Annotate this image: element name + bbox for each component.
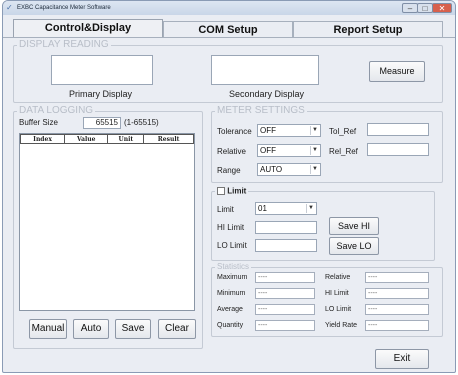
secondary-display	[211, 55, 319, 85]
hi-limit-stat-label: HI Limit	[325, 290, 349, 297]
hi-limit-label: HI Limit	[217, 223, 245, 232]
dropdown-arrow-icon: ▼	[306, 204, 315, 213]
limit-legend: Limit	[215, 186, 249, 196]
primary-display-label: Primary Display	[69, 89, 133, 99]
range-label: Range	[217, 166, 241, 175]
save-button[interactable]: Save	[115, 319, 151, 339]
rel-ref-input[interactable]	[367, 143, 429, 156]
limit-value: 01	[258, 204, 267, 213]
table-header-row: Index Value Unit Result	[19, 134, 194, 144]
column-header-value[interactable]: Value	[64, 134, 109, 144]
maximum-value: ----	[255, 272, 315, 283]
maximize-icon: □	[422, 4, 428, 13]
column-header-unit[interactable]: Unit	[107, 134, 145, 144]
minimum-label: Minimum	[217, 290, 246, 297]
clear-button[interactable]: Clear	[158, 319, 196, 339]
app-window: ✓ EXBC Capacitance Meter Software – □ ✕ …	[2, 0, 456, 373]
auto-button[interactable]: Auto	[73, 319, 109, 339]
secondary-display-label: Secondary Display	[229, 89, 305, 99]
tab-control-display[interactable]: Control&Display	[13, 19, 163, 38]
column-header-result[interactable]: Result	[143, 134, 194, 144]
primary-display	[51, 55, 153, 85]
minimize-icon: –	[407, 4, 413, 13]
relative-value: OFF	[260, 146, 276, 155]
buffer-size-label: Buffer Size	[19, 118, 58, 127]
tolerance-label: Tolerance	[217, 127, 252, 136]
quantity-value: ----	[255, 320, 315, 331]
window-title: EXBC Capacitance Meter Software	[17, 5, 111, 11]
limit-select[interactable]: 01 ▼	[255, 202, 317, 215]
tolerance-select[interactable]: OFF ▼	[257, 124, 321, 137]
rel-ref-label: Rel_Ref	[329, 147, 358, 156]
minimum-value: ----	[255, 288, 315, 299]
yield-rate-label: Yield Rate	[325, 322, 358, 329]
lo-limit-input[interactable]	[255, 239, 317, 252]
maximize-button[interactable]: □	[417, 3, 433, 13]
limit-label: Limit	[217, 205, 234, 214]
title-bar[interactable]: ✓ EXBC Capacitance Meter Software – □ ✕	[3, 1, 455, 15]
average-label: Average	[217, 306, 243, 313]
close-button[interactable]: ✕	[432, 3, 452, 13]
column-header-index[interactable]: Index	[19, 134, 66, 144]
manual-button[interactable]: Manual	[29, 319, 67, 339]
tab-com-setup[interactable]: COM Setup	[163, 21, 293, 37]
relative-stat-value: ----	[365, 272, 429, 283]
data-log-table[interactable]: Index Value Unit Result	[19, 133, 195, 311]
minimize-button[interactable]: –	[402, 3, 418, 13]
buffer-size-input[interactable]: 65515	[83, 117, 121, 129]
relative-stat-label: Relative	[325, 274, 351, 281]
close-icon: ✕	[438, 4, 446, 13]
tol-ref-input[interactable]	[367, 123, 429, 136]
tolerance-value: OFF	[260, 126, 276, 135]
lo-limit-stat-label: LO Limit	[325, 306, 352, 313]
dropdown-arrow-icon: ▼	[310, 165, 319, 174]
display-reading-legend: DISPLAY READING	[17, 39, 111, 50]
tab-divider	[3, 37, 455, 38]
hi-limit-stat-value: ----	[365, 288, 429, 299]
save-lo-button[interactable]: Save LO	[329, 237, 379, 255]
tol-ref-label: Tol_Ref	[329, 127, 357, 136]
limit-checkbox[interactable]	[217, 186, 225, 195]
range-select[interactable]: AUTO ▼	[257, 163, 321, 176]
exit-button[interactable]: Exit	[375, 349, 429, 369]
dropdown-arrow-icon: ▼	[310, 126, 319, 135]
quantity-label: Quantity	[217, 322, 244, 329]
limit-legend-label: Limit	[227, 186, 247, 196]
maximum-label: Maximum	[217, 274, 248, 281]
app-icon: ✓	[6, 3, 13, 12]
dropdown-arrow-icon: ▼	[310, 146, 319, 155]
statistics-legend: Statistics	[215, 262, 252, 271]
average-value: ----	[255, 304, 315, 315]
buffer-size-range: (1-65515)	[124, 118, 159, 127]
relative-label: Relative	[217, 147, 246, 156]
data-logging-legend: DATA LOGGING	[17, 105, 96, 116]
tab-report-setup[interactable]: Report Setup	[293, 21, 443, 37]
hi-limit-input[interactable]	[255, 221, 317, 234]
measure-button[interactable]: Measure	[369, 61, 425, 82]
save-hi-button[interactable]: Save HI	[329, 217, 379, 235]
yield-rate-value: ----	[365, 320, 429, 331]
meter-settings-legend: METER SETTINGS	[215, 105, 307, 116]
range-value: AUTO	[260, 165, 283, 174]
lo-limit-label: LO Limit	[217, 241, 247, 250]
relative-select[interactable]: OFF ▼	[257, 144, 321, 157]
lo-limit-stat-value: ----	[365, 304, 429, 315]
